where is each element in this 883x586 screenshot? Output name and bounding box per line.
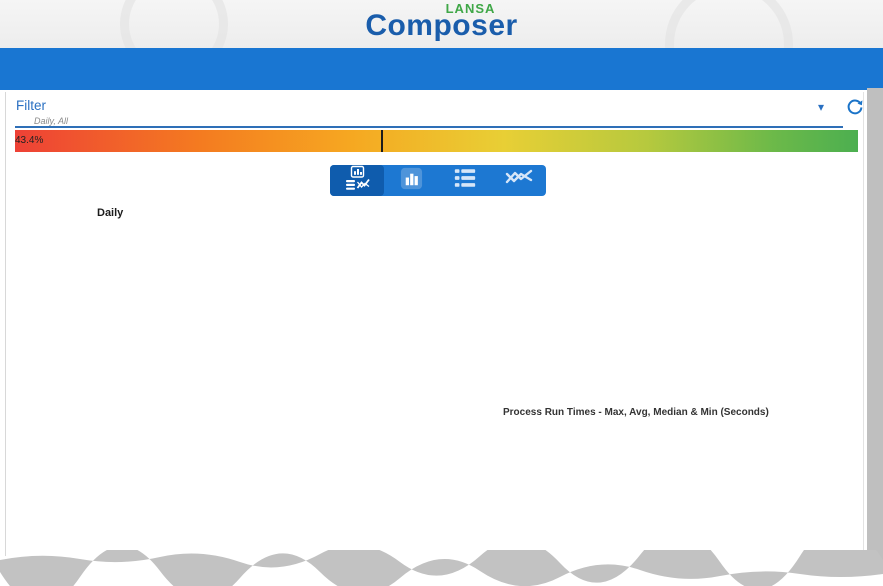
line-chart-title: Process Run Times - Max, Avg, Median & M… [503, 407, 769, 418]
page-edge-right [863, 92, 864, 556]
filter-current-selection: Daily, All [34, 116, 69, 126]
logo-lansa-text: LANSA [445, 1, 496, 16]
filter-underline [15, 126, 843, 128]
bar-chart-icon [399, 166, 424, 196]
torn-edge-bottom [0, 550, 883, 586]
toolbar-button-bar-chart-view[interactable] [384, 165, 438, 196]
view-toolbar [330, 165, 546, 196]
trend-lines-icon [505, 166, 533, 195]
page-edge-left [5, 92, 6, 556]
toolbar-button-trend-view[interactable] [492, 165, 546, 196]
toolbar-button-list-view[interactable] [438, 165, 492, 196]
success-rate-gauge: 43.4% [15, 130, 858, 152]
filter-label: Filter [16, 98, 46, 113]
dashboard-combo-icon [344, 165, 370, 196]
lansa-composer-logo: LANSA Composer [0, 2, 883, 41]
filter-dropdown-caret-icon[interactable]: ▾ [818, 100, 824, 114]
app-window: LANSA Composer Filter Daily, All ▾ 43.4% [0, 0, 883, 586]
app-header: LANSA Composer [0, 0, 883, 48]
refresh-icon[interactable] [846, 98, 864, 116]
gauge-percent-label: 43.4% [15, 135, 44, 146]
toolbar-button-dashboard-view[interactable] [330, 165, 384, 196]
gauge-marker [380, 130, 383, 152]
primary-nav-band [0, 48, 883, 90]
daily-bar-chart[interactable] [80, 218, 780, 393]
logo-composer-text: Composer [365, 9, 518, 42]
list-icon [453, 166, 477, 195]
torn-edge-right [867, 88, 883, 562]
